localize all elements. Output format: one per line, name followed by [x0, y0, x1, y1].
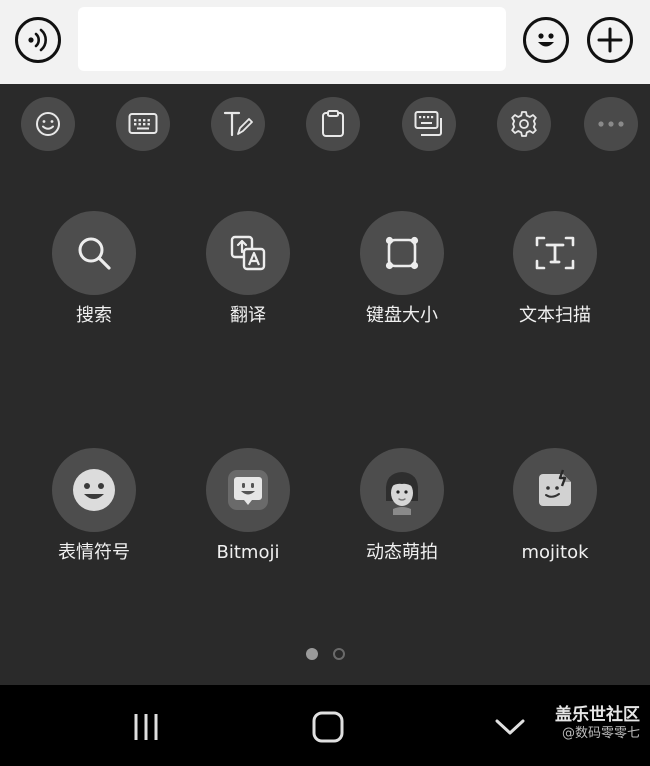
handwriting-toolbar-button[interactable] — [211, 97, 265, 151]
home-icon — [312, 711, 344, 743]
emoji-toolbar-button[interactable] — [21, 97, 75, 151]
translate-tool-button[interactable] — [206, 211, 290, 295]
emoji-tool-button[interactable] — [52, 448, 136, 532]
text-scan-tool-label: 文本扫描 — [519, 305, 591, 326]
text-scan-tool[interactable]: 文本扫描 — [480, 211, 630, 327]
search-icon — [78, 237, 111, 270]
voice-input-icon — [28, 28, 47, 52]
home-button[interactable] — [308, 707, 348, 747]
search-tool-button[interactable] — [52, 211, 136, 295]
keyboard-icon — [128, 113, 158, 134]
recent-apps-icon — [134, 714, 158, 740]
more-toolbar-button[interactable] — [584, 97, 638, 151]
navigation-bar: 盖乐世社区 @数码零零七 — [0, 685, 650, 766]
page-dot-next[interactable] — [332, 648, 345, 660]
text-scan-icon — [535, 236, 575, 270]
ar-emoji-tool-button[interactable] — [360, 448, 444, 532]
translate-tool-label: 翻译 — [230, 305, 266, 326]
text-scan-tool-button[interactable] — [513, 211, 597, 295]
bitmoji-tool-button[interactable] — [206, 448, 290, 532]
keyboard-mode-icon — [414, 111, 442, 136]
page-indicator — [0, 648, 650, 660]
watermark-subtitle: @数码零零七 — [561, 726, 640, 741]
emoji-button[interactable] — [523, 17, 569, 63]
settings-toolbar-button[interactable] — [497, 97, 551, 151]
resize-icon — [385, 236, 419, 270]
chevron-down-icon — [495, 719, 525, 735]
mojitok-tool[interactable]: mojitok — [480, 448, 630, 564]
bitmoji-tool-label: Bitmoji — [216, 542, 280, 563]
clipboard-toolbar-button[interactable] — [306, 97, 360, 151]
emoji-tool[interactable]: 表情符号 — [19, 448, 169, 564]
keyboard-toolbar-button[interactable] — [116, 97, 170, 151]
recent-apps-button[interactable] — [126, 707, 166, 747]
keyboard-size-tool-button[interactable] — [360, 211, 444, 295]
mojitok-icon — [539, 469, 571, 506]
page-dot-current[interactable] — [305, 648, 318, 660]
gear-icon — [511, 111, 537, 137]
ar-emoji-tool[interactable]: 动态萌拍 — [327, 448, 477, 564]
mojitok-tool-label: mojitok — [521, 542, 589, 563]
avatar-icon — [385, 472, 419, 515]
message-input[interactable] — [78, 7, 506, 71]
input-bar — [0, 0, 650, 84]
translate-tool[interactable]: 翻译 — [173, 211, 323, 327]
more-icon — [598, 121, 624, 127]
keyboard-mode-toolbar-button[interactable] — [402, 97, 456, 151]
keyboard-size-tool[interactable]: 键盘大小 — [327, 211, 477, 327]
search-tool[interactable]: 搜索 — [19, 211, 169, 327]
watermark-title: 盖乐世社区 — [555, 705, 640, 725]
watermark: 盖乐世社区 @数码零零七 — [555, 705, 640, 743]
bitmoji-tool[interactable]: Bitmoji — [173, 448, 323, 564]
smiley-icon — [538, 33, 554, 47]
ar-emoji-tool-label: 动态萌拍 — [366, 542, 438, 563]
emoji-face-icon — [73, 469, 115, 511]
smiley-icon — [36, 112, 60, 136]
translate-icon — [230, 235, 266, 271]
keyboard-panel: 搜索 翻译 键盘大小 文本扫描 表情符号 Bitmoji 动态萌拍 mojito… — [0, 84, 650, 685]
mojitok-tool-button[interactable] — [513, 448, 597, 532]
keyboard-size-tool-label: 键盘大小 — [366, 305, 438, 326]
voice-input-button[interactable] — [15, 17, 61, 63]
hide-keyboard-button[interactable] — [490, 707, 530, 747]
emoji-tool-label: 表情符号 — [58, 542, 130, 563]
plus-icon — [597, 27, 623, 53]
bitmoji-icon — [228, 470, 268, 510]
clipboard-icon — [322, 110, 344, 137]
add-button[interactable] — [587, 17, 633, 63]
search-tool-label: 搜索 — [76, 305, 112, 326]
handwriting-icon — [223, 111, 253, 137]
